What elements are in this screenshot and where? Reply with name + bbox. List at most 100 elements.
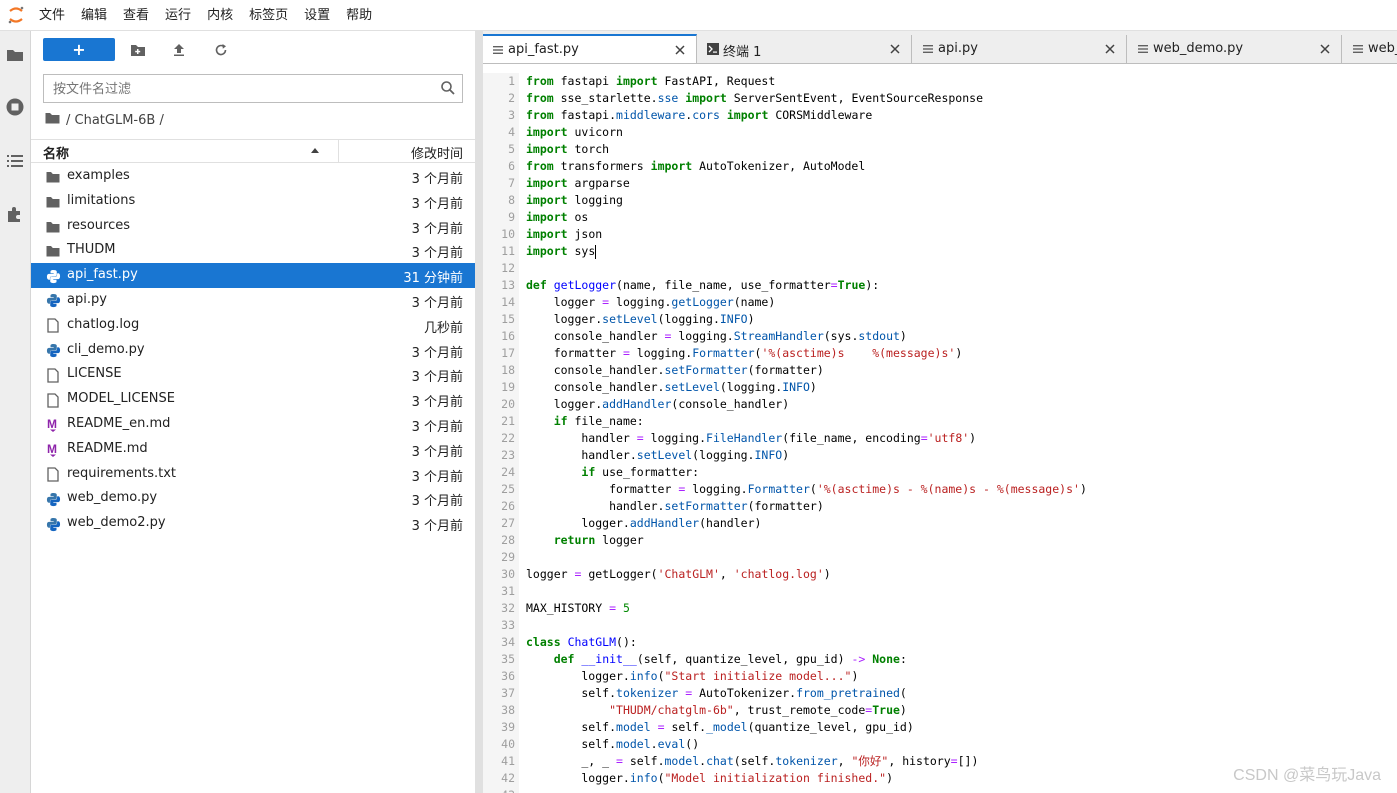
code-line[interactable]: handler.setFormatter(formatter)	[526, 498, 1087, 515]
file-row[interactable]: web_demo2.py 3 个月前	[31, 511, 475, 536]
sort-ascending-icon[interactable]	[311, 148, 319, 153]
file-browser: + / ChatGLM-6B / 名称 修改时间 examples3 个月前li…	[31, 31, 475, 793]
file-row[interactable]: LICENSE 3 个月前	[31, 362, 475, 387]
code-line[interactable]: logger.info("Model initialization finish…	[526, 770, 1087, 787]
text-file-icon	[45, 392, 61, 408]
file-row[interactable]: cli_demo.py 3 个月前	[31, 338, 475, 363]
file-row[interactable]: M README.md 3 个月前	[31, 437, 475, 462]
file-row[interactable]: MODEL_LICENSE 3 个月前	[31, 387, 475, 412]
code-line[interactable]: import json	[526, 226, 1087, 243]
column-divider[interactable]	[338, 140, 339, 162]
code-line[interactable]: console_handler = logging.StreamHandler(…	[526, 328, 1087, 345]
folder-icon[interactable]	[45, 112, 60, 128]
close-icon[interactable]	[1318, 42, 1332, 56]
code-line[interactable]: self.model = self._model(quantize_level,…	[526, 719, 1087, 736]
code-line[interactable]: handler.setLevel(logging.INFO)	[526, 447, 1087, 464]
code-line[interactable]: return logger	[526, 532, 1087, 549]
file-name: web_demo.py	[67, 490, 158, 506]
code-line[interactable]: from fastapi import FastAPI, Request	[526, 73, 1087, 90]
code-line[interactable]	[526, 617, 1087, 634]
code-line[interactable]: console_handler.setFormatter(formatter)	[526, 362, 1087, 379]
table-of-contents-icon[interactable]	[3, 149, 27, 173]
code-line[interactable]: self.tokenizer = AutoTokenizer.from_pret…	[526, 685, 1087, 702]
editor-tab[interactable]: api_fast.py	[483, 34, 697, 63]
editor-tab[interactable]: web_demo.py	[1128, 35, 1342, 63]
panel-splitter[interactable]	[475, 31, 483, 793]
editor-tab[interactable]: api.py	[913, 35, 1127, 63]
code-line[interactable]: if use_formatter:	[526, 464, 1087, 481]
code-line[interactable]: import sys	[526, 243, 1087, 260]
jupyter-logo-icon[interactable]	[0, 0, 31, 31]
code-line[interactable]: import uvicorn	[526, 124, 1087, 141]
editor-tab[interactable]: 终端 1	[698, 35, 912, 63]
new-launcher-button[interactable]: +	[43, 38, 115, 61]
code-line[interactable]: logger.addHandler(console_handler)	[526, 396, 1087, 413]
file-row[interactable]: web_demo.py 3 个月前	[31, 486, 475, 511]
menu-item[interactable]: 编辑	[73, 0, 115, 31]
code-line[interactable]: formatter = logging.Formatter('%(asctime…	[526, 481, 1087, 498]
menu-item[interactable]: 文件	[31, 0, 73, 31]
code-line[interactable]: import torch	[526, 141, 1087, 158]
code-line[interactable]: logger.addHandler(handler)	[526, 515, 1087, 532]
file-row[interactable]: chatlog.log 几秒前	[31, 313, 475, 338]
code-line[interactable]: from sse_starlette.sse import ServerSent…	[526, 90, 1087, 107]
extensions-icon[interactable]	[3, 202, 27, 226]
breadcrumb-path[interactable]: / ChatGLM-6B /	[66, 113, 164, 128]
code-line[interactable]: logger = logging.getLogger(name)	[526, 294, 1087, 311]
editor-tab[interactable]: web_	[1343, 35, 1397, 63]
file-name: web_demo2.py	[67, 515, 166, 531]
column-header-name[interactable]: 名称	[43, 143, 69, 162]
code-line[interactable]: def getLogger(name, file_name, use_forma…	[526, 277, 1087, 294]
code-line[interactable]: import os	[526, 209, 1087, 226]
search-icon[interactable]	[440, 80, 456, 96]
code-line[interactable]: logger = getLogger('ChatGLM', 'chatlog.l…	[526, 566, 1087, 583]
code-line[interactable]	[526, 549, 1087, 566]
code-line[interactable]: def __init__(self, quantize_level, gpu_i…	[526, 651, 1087, 668]
close-icon[interactable]	[1103, 42, 1117, 56]
file-row[interactable]: THUDM 3 个月前	[31, 238, 475, 263]
folder-icon[interactable]	[3, 43, 27, 67]
file-row[interactable]: api.py 3 个月前	[31, 288, 475, 313]
code-line[interactable]: console_handler.setLevel(logging.INFO)	[526, 379, 1087, 396]
code-line[interactable]: logger.info("Start initialize model...")	[526, 668, 1087, 685]
file-row[interactable]: resources 3 个月前	[31, 214, 475, 239]
close-icon[interactable]	[888, 42, 902, 56]
menu-item[interactable]: 设置	[296, 0, 338, 31]
code-content[interactable]: from fastapi import FastAPI, Request from…	[526, 73, 1087, 793]
code-line[interactable]: handler = logging.FileHandler(file_name,…	[526, 430, 1087, 447]
code-line[interactable]: logger.setLevel(logging.INFO)	[526, 311, 1087, 328]
menu-item[interactable]: 标签页	[241, 0, 296, 31]
code-line[interactable]: MAX_HISTORY = 5	[526, 600, 1087, 617]
code-line[interactable]: "THUDM/chatglm-6b", trust_remote_code=Tr…	[526, 702, 1087, 719]
code-line[interactable]: if file_name:	[526, 413, 1087, 430]
running-kernels-icon[interactable]	[3, 95, 27, 119]
file-row[interactable]: requirements.txt 3 个月前	[31, 462, 475, 487]
new-folder-icon[interactable]	[128, 40, 148, 60]
code-line[interactable]: formatter = logging.Formatter('%(asctime…	[526, 345, 1087, 362]
code-line[interactable]: import argparse	[526, 175, 1087, 192]
markdown-file-icon: M	[45, 417, 61, 433]
menu-item[interactable]: 运行	[157, 0, 199, 31]
code-line[interactable]: _, _ = self.model.chat(self.tokenizer, "…	[526, 753, 1087, 770]
file-row[interactable]: examples 3 个月前	[31, 164, 475, 189]
column-header-modified[interactable]: 修改时间	[411, 143, 463, 162]
file-row[interactable]: api_fast.py 31 分钟前	[31, 263, 475, 288]
menu-item[interactable]: 内核	[199, 0, 241, 31]
code-line[interactable]: self.model.eval()	[526, 736, 1087, 753]
menu-item[interactable]: 查看	[115, 0, 157, 31]
file-row[interactable]: limitations 3 个月前	[31, 189, 475, 214]
code-editor[interactable]: 1 2 3 4 5 6 7 8 9 10 11 12 13 14 15 16 17 18 19 20 21 22 23 24 2…	[483, 64, 1397, 793]
code-line[interactable]: from fastapi.middleware.cors import CORS…	[526, 107, 1087, 124]
close-icon[interactable]	[673, 43, 687, 57]
code-line[interactable]: from transformers import AutoTokenizer, …	[526, 158, 1087, 175]
code-line[interactable]	[526, 787, 1087, 793]
file-filter-input[interactable]	[53, 81, 433, 96]
refresh-icon[interactable]	[211, 40, 231, 60]
menu-item[interactable]: 帮助	[338, 0, 380, 31]
code-line[interactable]	[526, 260, 1087, 277]
code-line[interactable]: class ChatGLM():	[526, 634, 1087, 651]
upload-icon[interactable]	[169, 40, 189, 60]
file-row[interactable]: M README_en.md 3 个月前	[31, 412, 475, 437]
code-line[interactable]	[526, 583, 1087, 600]
code-line[interactable]: import logging	[526, 192, 1087, 209]
